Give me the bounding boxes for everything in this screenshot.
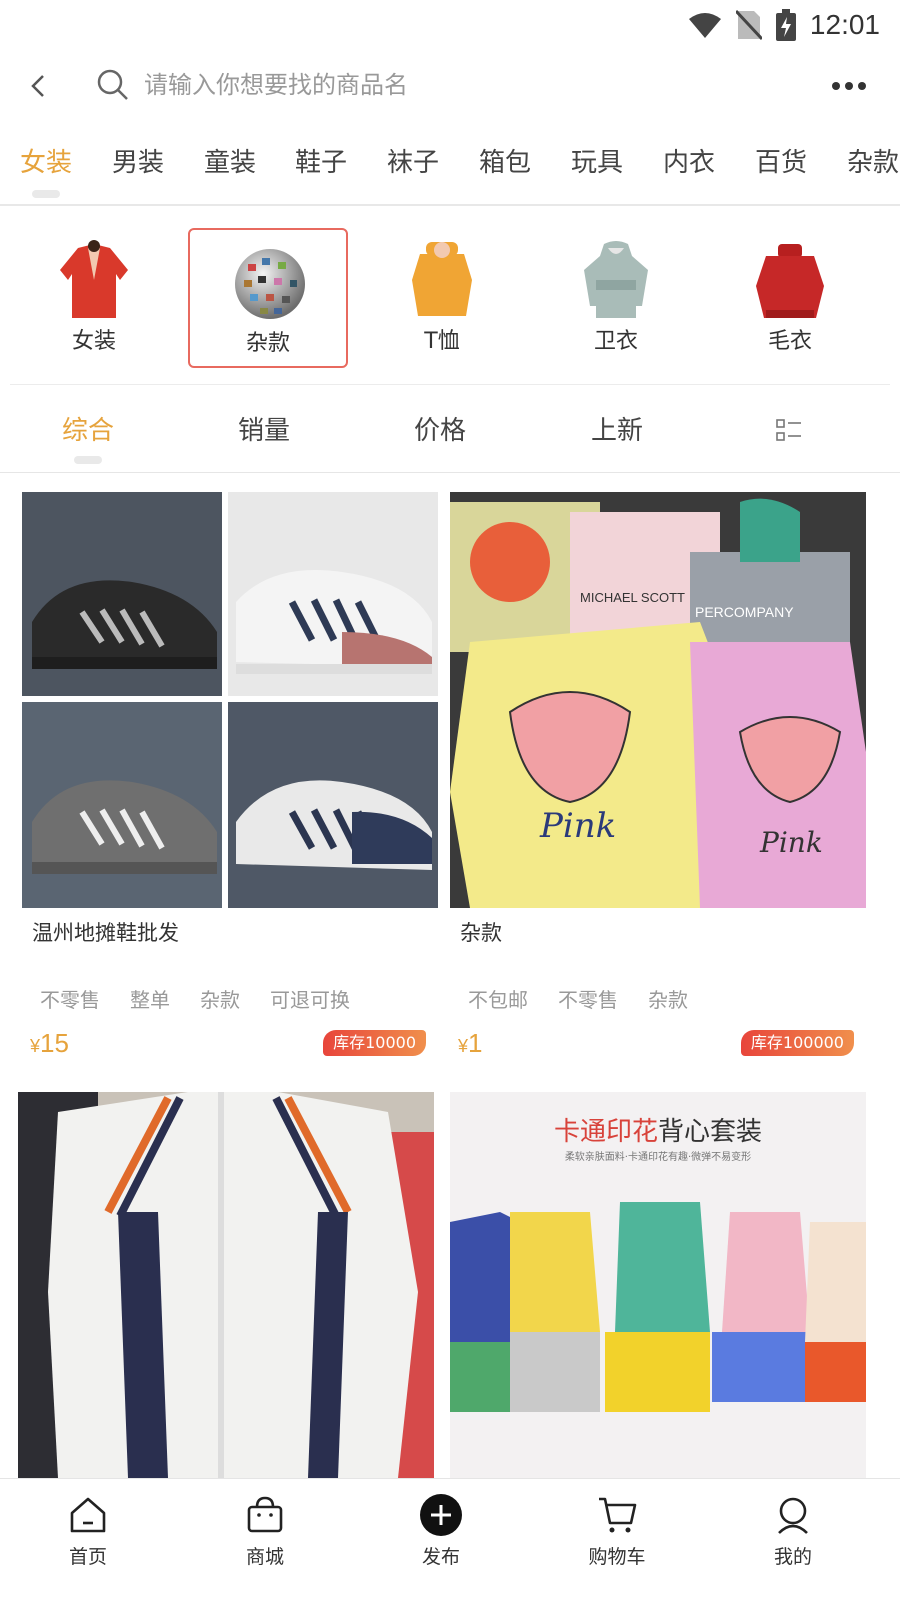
subcategory-label: 女装 — [71, 329, 116, 354]
nav-home[interactable]: 首页 — [28, 1493, 148, 1569]
subcategory-label: 杂款 — [245, 331, 290, 356]
product-tag: 不包邮 — [468, 988, 528, 1012]
search-input[interactable]: 请输入你想要找的商品名 — [144, 68, 408, 102]
list-layout-icon[interactable] — [776, 418, 802, 444]
sort-comprehensive[interactable]: 综合 — [62, 414, 114, 464]
product-tag: 可退可换 — [270, 988, 350, 1012]
product-image-tanktop-set: 卡通印花背心套装 柔软亲肤面料·卡通印花有趣·微弹不易变形 — [450, 1092, 866, 1478]
collage-ball-thumbnail — [235, 249, 305, 319]
product-image-hoodies: Pink Pink MICHAEL SCOTT PERCOMPANY — [450, 492, 866, 908]
divider — [10, 384, 890, 385]
nav-publish[interactable]: 发布 — [381, 1493, 501, 1569]
category-tab-bags[interactable]: 箱包 — [479, 146, 531, 180]
divider — [0, 204, 900, 206]
red-sweater-thumbnail — [756, 244, 824, 318]
divider — [0, 472, 900, 473]
nav-mall[interactable]: 商城 — [205, 1493, 325, 1569]
svg-text:PERCOMPANY: PERCOMPANY — [695, 604, 794, 620]
product-tag: 整单 — [130, 988, 170, 1012]
red-jacket-thumbnail — [60, 240, 128, 318]
hoodie-thumbnail — [584, 241, 648, 318]
nav-label: 购物车 — [588, 1546, 646, 1568]
cart-icon — [599, 1497, 637, 1533]
sort-price[interactable]: 价格 — [414, 414, 466, 448]
more-dot-icon — [832, 82, 840, 90]
subcategory-tshirt[interactable]: T恤 — [362, 228, 522, 368]
subcategory-row: 女装 杂款 T恤 卫衣 毛衣 — [0, 220, 900, 380]
active-tab-indicator — [32, 190, 60, 198]
nav-cart[interactable]: 购物车 — [557, 1493, 677, 1569]
category-tab-misc[interactable]: 杂款 — [847, 146, 899, 180]
shopping-bag-icon — [247, 1496, 283, 1533]
nav-me[interactable]: 我的 — [733, 1493, 853, 1569]
svg-text:MICHAEL SCOTT: MICHAEL SCOTT — [580, 590, 685, 605]
product-title: 温州地摊鞋批发 — [32, 921, 179, 945]
plus-circle-icon — [420, 1494, 462, 1536]
svg-text:Pink: Pink — [539, 806, 616, 846]
image-subheading: 柔软亲肤面料·卡通印花有趣·微弹不易变形 — [565, 1150, 751, 1163]
product-tag: 不零售 — [40, 988, 100, 1012]
subcategory-women[interactable]: 女装 — [14, 228, 174, 368]
battery-charging-icon — [775, 9, 796, 41]
product-tag: 不零售 — [558, 988, 618, 1012]
back-button[interactable] — [18, 66, 58, 106]
chevron-left-icon — [31, 75, 44, 97]
product-tags: 不包邮 不零售 杂款 — [468, 986, 718, 1014]
product-tags: 不零售 整单 杂款 可退可换 — [40, 986, 380, 1014]
category-tab-socks[interactable]: 袜子 — [387, 146, 439, 180]
active-sort-indicator — [74, 456, 102, 464]
product-tag: 杂款 — [648, 988, 688, 1012]
bottom-navigation: 首页 商城 发布 购物车 我的 — [0, 1478, 900, 1600]
subcategory-label: 毛衣 — [767, 329, 812, 354]
category-tab-shoes[interactable]: 鞋子 — [295, 146, 347, 180]
product-card[interactable]: 卡通印花背心套装 柔软亲肤面料·卡通印花有趣·微弹不易变形 — [450, 1092, 866, 1478]
product-card[interactable]: 温州地摊鞋批发 不零售 整单 杂款 可退可换 ¥15 库存10000 — [22, 492, 438, 1072]
subcategory-misc[interactable]: 杂款 — [188, 228, 348, 368]
sort-bar: 综合 销量 价格 上新 — [0, 400, 900, 470]
no-sim-icon — [735, 9, 762, 41]
nav-label: 商城 — [245, 1546, 284, 1568]
wifi-icon — [688, 13, 721, 38]
search-icon — [97, 69, 128, 100]
category-tabs: 女装 男装 童装 鞋子 袜子 箱包 玩具 内衣 百货 杂款 — [0, 134, 900, 204]
svg-text:Pink: Pink — [759, 826, 823, 859]
sort-sales[interactable]: 销量 — [238, 414, 290, 448]
more-options-button[interactable] — [824, 66, 874, 106]
orange-top-thumbnail — [412, 242, 472, 316]
sneaker-panel — [22, 492, 222, 696]
category-tab-general[interactable]: 百货 — [755, 146, 807, 180]
product-image-sneakers — [22, 492, 438, 908]
search-header: 请输入你想要找的商品名 — [0, 54, 900, 120]
category-tab-women[interactable]: 女装 — [20, 146, 72, 198]
category-tab-men[interactable]: 男装 — [112, 146, 164, 180]
stock-badge: 库存10000 — [323, 1030, 426, 1056]
more-dot-icon — [858, 82, 866, 90]
nav-label: 首页 — [68, 1546, 107, 1568]
subcategory-sweater[interactable]: 毛衣 — [710, 228, 870, 368]
product-tag: 杂款 — [200, 988, 240, 1012]
product-card[interactable]: Pink Pink MICHAEL SCOTT PERCOMPANY 杂款 不包… — [450, 492, 866, 1072]
product-image-jacket — [18, 1092, 434, 1478]
sort-newest[interactable]: 上新 — [591, 414, 643, 448]
product-price: ¥15 — [30, 1028, 69, 1058]
home-icon — [70, 1497, 106, 1533]
user-icon — [778, 1497, 808, 1534]
product-card[interactable] — [18, 1092, 434, 1478]
category-tab-underwear[interactable]: 内衣 — [663, 146, 715, 180]
subcategory-label: 卫衣 — [593, 329, 638, 354]
stock-badge: 库存100000 — [740, 1030, 854, 1056]
subcategory-label: T恤 — [424, 329, 460, 354]
product-title: 杂款 — [460, 921, 502, 945]
status-time: 12:01 — [809, 9, 880, 40]
subcategory-hoodie[interactable]: 卫衣 — [536, 228, 696, 368]
nav-label: 我的 — [773, 1546, 812, 1568]
status-bar: 12:01 — [0, 0, 900, 50]
more-dot-icon — [845, 82, 853, 90]
category-tab-toys[interactable]: 玩具 — [571, 146, 623, 180]
nav-label: 发布 — [421, 1546, 460, 1568]
category-tab-kids[interactable]: 童装 — [204, 146, 256, 180]
image-heading: 卡通印花背心套装 — [554, 1117, 762, 1147]
product-price: ¥1 — [458, 1028, 483, 1058]
